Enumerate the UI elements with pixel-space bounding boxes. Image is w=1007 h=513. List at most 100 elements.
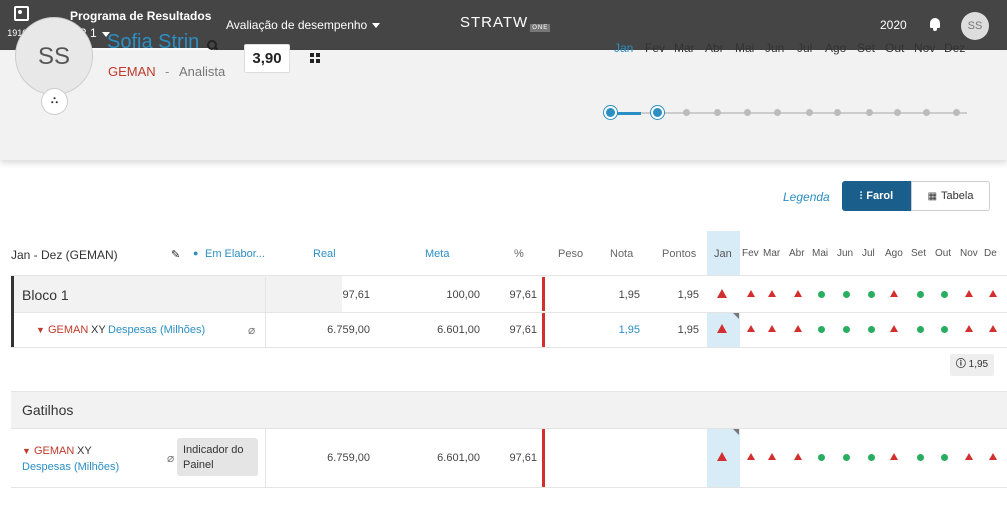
timeline-dot[interactable] [744, 109, 751, 116]
timeline-dot[interactable] [714, 109, 721, 116]
green-dot-icon[interactable] [818, 454, 825, 461]
status-bar [542, 429, 545, 487]
total-score-value: 1,95 [968, 359, 989, 370]
green-dot-icon[interactable] [868, 454, 875, 461]
user-avatar[interactable]: SS [961, 12, 989, 40]
timeline-dot[interactable] [866, 109, 873, 116]
timeline-dot[interactable] [683, 109, 690, 116]
green-dot-icon[interactable] [917, 326, 924, 333]
red-triangle-icon[interactable] [965, 290, 973, 297]
timeline-month-ago[interactable]: Ago [825, 41, 846, 55]
indicator-nota[interactable]: 1,95 [598, 324, 640, 336]
red-triangle-icon[interactable] [747, 290, 755, 297]
month-col-2[interactable]: Mar [763, 248, 780, 259]
red-triangle-icon[interactable] [965, 325, 973, 332]
month-col-6[interactable]: Jul [862, 248, 875, 259]
legend-link[interactable]: Legenda [783, 190, 830, 204]
col-meta[interactable]: Meta [425, 248, 449, 260]
org-chart-icon[interactable]: ⛬ [41, 88, 68, 115]
col-divider [265, 277, 266, 347]
red-triangle-icon[interactable] [794, 290, 802, 297]
timeline-dot[interactable] [774, 109, 781, 116]
month-col-10[interactable]: Nov [960, 248, 978, 259]
red-triangle-icon[interactable] [794, 453, 802, 460]
timeline-month-abr[interactable]: Abr [705, 41, 724, 55]
timeline-month-set[interactable]: Set [857, 41, 875, 55]
green-dot-icon[interactable] [843, 454, 850, 461]
green-dot-icon[interactable] [941, 454, 948, 461]
green-dot-icon[interactable] [868, 291, 875, 298]
month-col-11[interactable]: De [984, 248, 997, 259]
red-triangle-icon[interactable] [989, 453, 997, 460]
red-triangle-icon[interactable] [989, 325, 997, 332]
timeline-month-fev[interactable]: Fev [645, 41, 665, 55]
tabela-view-button[interactable]: ▦ Tabela [911, 181, 990, 211]
panel-indicator-tag: Indicador do Painel [177, 438, 258, 476]
green-dot-icon[interactable] [941, 326, 948, 333]
month-col-8[interactable]: Set [911, 248, 926, 259]
red-triangle-icon[interactable] [717, 324, 727, 333]
green-dot-icon[interactable] [917, 454, 924, 461]
green-dot-icon[interactable] [843, 291, 850, 298]
attachment-icon[interactable]: ⌀ [167, 451, 174, 465]
red-triangle-icon[interactable] [717, 289, 727, 298]
green-dot-icon[interactable] [917, 291, 924, 298]
red-triangle-icon[interactable] [890, 325, 898, 332]
indicator-name[interactable]: Despesas (Milhões) [108, 324, 205, 336]
green-dot-icon[interactable] [941, 291, 948, 298]
month-col-9[interactable]: Out [935, 248, 951, 259]
timeline-month-mai[interactable]: Mai [735, 41, 754, 55]
logo-sub: ONE [530, 24, 551, 32]
farol-view-button[interactable]: ⫶ Farol [842, 181, 911, 211]
red-triangle-icon[interactable] [717, 452, 727, 461]
green-dot-icon[interactable] [818, 291, 825, 298]
timeline-month-jul[interactable]: Jul [797, 41, 812, 55]
pencil-icon[interactable]: ✎ [171, 248, 180, 261]
red-triangle-icon[interactable] [768, 290, 776, 297]
caret-down-icon[interactable]: ▼ [36, 325, 45, 335]
red-triangle-icon[interactable] [768, 325, 776, 332]
month-col-3[interactable]: Abr [789, 248, 805, 259]
month-col-5[interactable]: Jun [837, 248, 853, 259]
timeline-dot[interactable] [834, 109, 841, 116]
red-triangle-icon[interactable] [768, 453, 776, 460]
timeline-month-out[interactable]: Out [885, 41, 904, 55]
month-col-1[interactable]: Fev [742, 248, 759, 259]
green-dot-icon[interactable] [818, 326, 825, 333]
red-triangle-icon[interactable] [890, 290, 898, 297]
timeline-month-nov[interactable]: Nov [914, 41, 935, 55]
red-triangle-icon[interactable] [747, 325, 755, 332]
month-col-4[interactable]: Mai [812, 248, 828, 259]
red-triangle-icon[interactable] [794, 325, 802, 332]
evaluation-menu[interactable]: Avaliação de desempenho [226, 18, 381, 32]
timeline-month-dez[interactable]: Dez [944, 41, 965, 55]
indicator-pct: 97,61 [509, 324, 537, 336]
red-triangle-icon[interactable] [965, 453, 973, 460]
red-triangle-icon[interactable] [747, 453, 755, 460]
timeline-dot[interactable] [923, 109, 930, 116]
timeline-month-jun[interactable]: Jun [765, 41, 784, 55]
timeline-dot[interactable] [604, 106, 617, 119]
red-triangle-icon[interactable] [890, 453, 898, 460]
red-triangle-icon[interactable] [989, 290, 997, 297]
timeline-dot[interactable] [953, 109, 960, 116]
attachment-icon[interactable]: ⌀ [248, 323, 255, 337]
timeline-dot[interactable] [651, 106, 664, 119]
month-col-0[interactable]: Jan [714, 248, 732, 260]
timeline-month-jan[interactable]: Jan [614, 41, 633, 55]
search-icon[interactable] [207, 40, 218, 51]
grid-icon[interactable] [310, 53, 320, 63]
timeline-dot[interactable] [806, 109, 813, 116]
green-dot-icon[interactable] [868, 326, 875, 333]
green-dot-icon[interactable] [843, 326, 850, 333]
status-link[interactable]: Em Elabor... [205, 248, 265, 260]
timeline-month-mar[interactable]: Mar [674, 41, 695, 55]
caret-down-icon[interactable]: ▼ [22, 446, 31, 456]
year-selector[interactable]: 2020 [880, 18, 907, 32]
col-real[interactable]: Real [313, 248, 336, 260]
month-col-7[interactable]: Ago [885, 248, 903, 259]
bell-icon[interactable] [929, 17, 941, 31]
gatilho-name[interactable]: Despesas (Milhões) [22, 461, 119, 473]
row-divider [11, 487, 1007, 488]
timeline-dot[interactable] [894, 109, 901, 116]
